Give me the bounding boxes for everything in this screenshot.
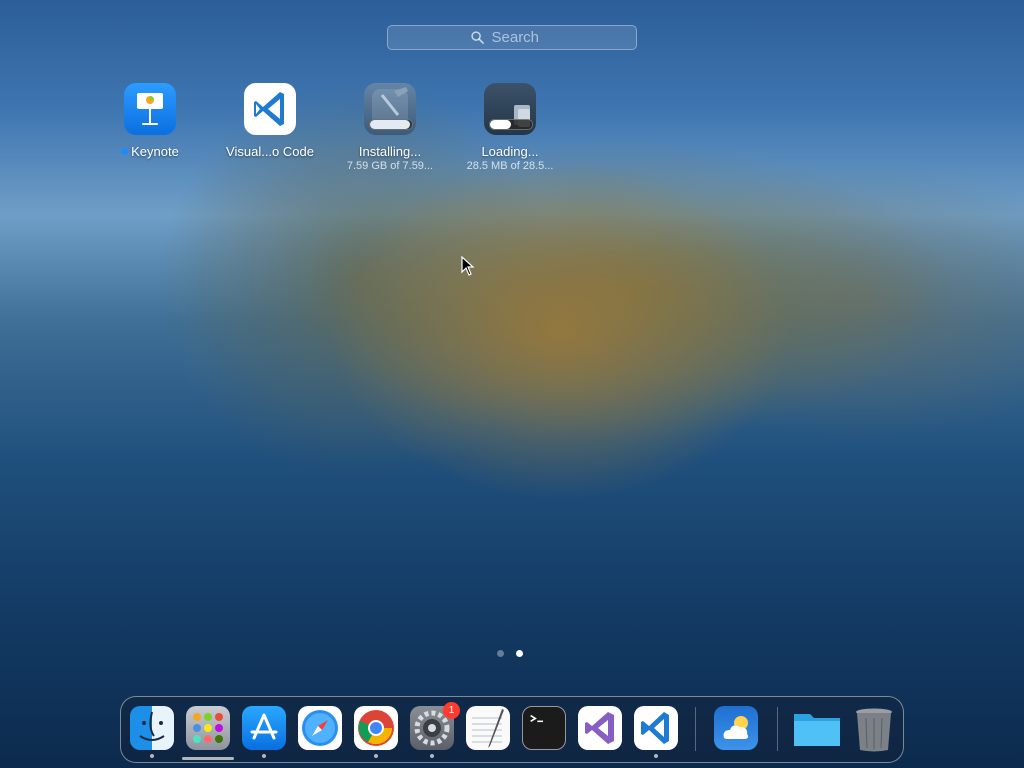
weather-icon[interactable] <box>714 706 758 750</box>
chrome-icon[interactable] <box>354 706 398 750</box>
visual-studio-icon[interactable] <box>578 706 622 750</box>
terminal-icon[interactable] <box>522 706 566 750</box>
notification-badge: 1 <box>443 702 460 719</box>
dock: 1 <box>120 696 904 763</box>
new-app-dot <box>121 148 129 155</box>
loading-app-icon <box>484 83 536 135</box>
app-progress-text: 28.5 MB of 28.5... <box>466 160 554 172</box>
running-indicator <box>654 754 658 758</box>
app-loading[interactable]: Loading... 28.5 MB of 28.5... <box>450 83 570 172</box>
xcode-icon <box>364 83 416 135</box>
launchpad-search[interactable] <box>387 25 637 50</box>
app-name: Visual...o Code <box>226 144 314 159</box>
vscode-icon[interactable] <box>634 706 678 750</box>
app-name: Loading... <box>481 144 539 159</box>
launchpad-active-indicator <box>182 757 234 760</box>
install-progress-bar <box>369 119 413 130</box>
app-visual-studio-code[interactable]: Visual...o Code <box>210 83 330 159</box>
running-indicator <box>262 754 266 758</box>
running-indicator <box>430 754 434 758</box>
running-indicator <box>374 754 378 758</box>
search-input[interactable] <box>489 28 554 47</box>
running-indicator <box>150 754 154 758</box>
trash-icon[interactable] <box>852 706 896 752</box>
mouse-cursor-icon <box>461 256 475 276</box>
launchpad-icon[interactable] <box>186 706 230 750</box>
page-indicator <box>497 650 523 657</box>
app-name: Installing... <box>358 144 422 159</box>
app-installing[interactable]: Installing... 7.59 GB of 7.59... <box>330 83 450 172</box>
finder-icon[interactable] <box>130 706 174 750</box>
dock-separator <box>695 707 696 751</box>
search-icon <box>470 31 484 44</box>
app-progress-text: 7.59 GB of 7.59... <box>346 160 434 172</box>
app-store-icon[interactable] <box>242 706 286 750</box>
safari-icon[interactable] <box>298 706 342 750</box>
textedit-icon[interactable] <box>466 706 510 750</box>
page-dot-1[interactable] <box>497 650 504 657</box>
system-preferences-icon[interactable]: 1 <box>410 702 460 750</box>
app-name: Keynote <box>131 144 179 159</box>
vscode-icon <box>244 83 296 135</box>
dock-separator <box>777 707 778 751</box>
page-dot-2[interactable] <box>516 650 523 657</box>
downloads-folder-icon[interactable] <box>792 706 840 750</box>
loading-progress-bar <box>489 119 533 130</box>
app-keynote[interactable]: Keynote <box>90 83 210 159</box>
keynote-icon <box>124 83 176 135</box>
